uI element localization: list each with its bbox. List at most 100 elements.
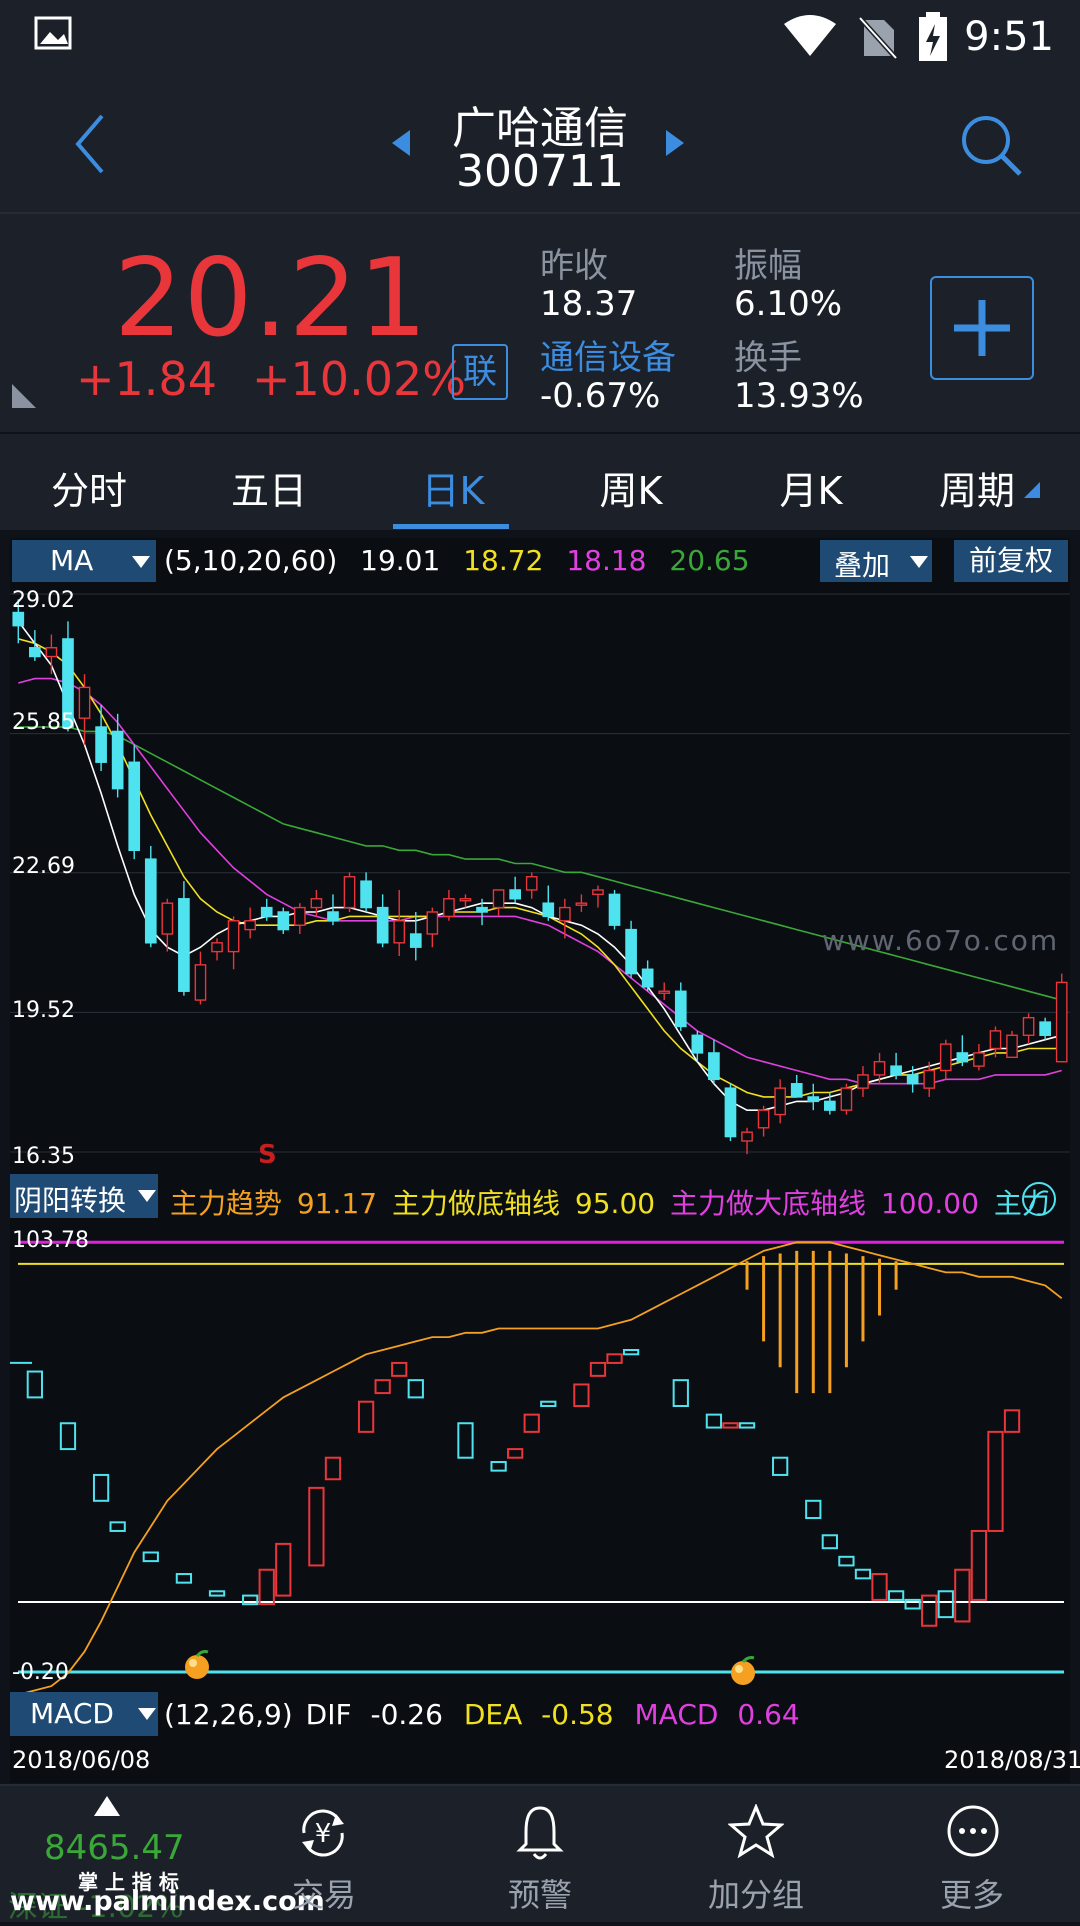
status-bar: 9:51 (0, 0, 1080, 78)
ma60-line (18, 726, 1062, 1001)
nav-trade-label: 交易 (291, 1876, 356, 1914)
tab-monthly-k[interactable]: 月K (746, 460, 876, 515)
candle (492, 889, 505, 917)
price-axis-level-2: 22.69 (12, 854, 75, 879)
next-stock-icon[interactable] (664, 128, 686, 158)
candle-body (658, 990, 671, 994)
active-tab-indicator (393, 524, 509, 529)
overlay-selector[interactable]: 叠加 (820, 540, 932, 582)
candle (343, 872, 356, 912)
watermark: www.6o7o.com (822, 924, 1060, 957)
sector-link[interactable]: 通信设备 (540, 330, 676, 379)
macd-value: 0.64 (737, 1698, 800, 1731)
bottom-axis-value: 95.00 (574, 1187, 656, 1220)
indicator-axis-min: -0.20 (12, 1660, 69, 1685)
price-axis-level-3: 19.52 (12, 998, 75, 1023)
sector-change: -0.67% (540, 376, 661, 416)
candle-body (12, 611, 25, 627)
big-bottom-axis-value: 100.00 (880, 1187, 979, 1220)
candle (360, 872, 372, 912)
candle (178, 881, 190, 996)
candle (724, 1083, 737, 1141)
signal-block (391, 1361, 408, 1377)
candle (542, 885, 555, 921)
signal-block (738, 1422, 756, 1429)
candle-body (1022, 1016, 1035, 1036)
add-watchlist-button[interactable] (930, 276, 1034, 380)
ma20-line (18, 677, 1062, 1085)
price-chart (10, 593, 1070, 1155)
candle-body (227, 920, 240, 953)
candle-body (45, 647, 58, 658)
signal-block (954, 1568, 971, 1623)
candle-body (525, 876, 538, 891)
amplitude-value: 6.10% (734, 284, 843, 324)
tab-five-day[interactable]: 五日 (204, 460, 334, 515)
candle (658, 982, 671, 1001)
trend-line (25, 1241, 1063, 1692)
macd-label: MACD (634, 1698, 719, 1731)
period-dropdown-icon[interactable] (1024, 482, 1040, 498)
nav-alert[interactable]: 预警 (460, 1786, 620, 1922)
adjust-button[interactable]: 前复权 (954, 540, 1068, 582)
candle-body (873, 1061, 886, 1076)
candle-body (128, 761, 141, 852)
signal-block (970, 1529, 988, 1601)
candle-body (807, 1096, 820, 1103)
macd-params: (12,26,9) (164, 1698, 293, 1731)
candle (641, 960, 654, 992)
price-change: +1.84 (76, 352, 217, 406)
signal-block (374, 1379, 391, 1395)
candle (1006, 1030, 1018, 1059)
macd-selector[interactable]: MACD (10, 1692, 158, 1736)
yuan-exchange-icon: ¥ (302, 1809, 344, 1857)
indicator-selector[interactable]: 阴阳转换 (10, 1174, 158, 1218)
nav-add-group[interactable]: 加分组 (676, 1786, 836, 1922)
linked-badge[interactable]: 联 (452, 344, 508, 400)
candle-body (757, 1109, 770, 1129)
turnover-label: 换手 (734, 338, 802, 378)
candle-body (144, 858, 157, 944)
dea-label: DEA (463, 1698, 523, 1731)
ma10-value: 18.72 (463, 544, 544, 577)
indicator-axis-max: 103.78 (12, 1228, 89, 1253)
candle (1055, 973, 1068, 1063)
nav-market-index[interactable]: 8465.47 掌 上 指 标 深证 -1.02% www.palmindex.… (0, 1786, 325, 1925)
app-header: 广哈通信 300711 (0, 78, 1080, 214)
tab-period[interactable]: 周期 (912, 460, 1042, 515)
indicator-chart (10, 1240, 1064, 1692)
more-dots-icon (947, 1805, 999, 1857)
indicator-settings-icon[interactable] (1020, 1180, 1058, 1218)
candle-body (1039, 1021, 1051, 1036)
indicator-selector-label: 阴阳转换 (14, 1184, 127, 1217)
candle-body (211, 942, 223, 953)
tab-weekly-k[interactable]: 周K (566, 460, 696, 515)
last-price: 20.21 (114, 236, 429, 361)
candle-body (509, 889, 521, 900)
caret-up-icon (94, 1796, 120, 1816)
candle-body (824, 1100, 836, 1111)
candle (790, 1074, 803, 1098)
macd-dropdown-icon (138, 1708, 156, 1720)
nav-trade[interactable]: ¥ 交易 (244, 1786, 404, 1922)
expand-corner-icon[interactable] (12, 384, 36, 408)
candle (890, 1052, 902, 1080)
nav-more[interactable]: 更多 (892, 1786, 1052, 1922)
candle (625, 920, 637, 979)
search-icon[interactable] (958, 112, 1024, 178)
candle-body (492, 889, 505, 909)
candle-body (476, 906, 488, 913)
signal-block (838, 1555, 855, 1567)
candle (956, 1035, 969, 1067)
tab-intraday[interactable]: 分时 (24, 460, 154, 515)
star-icon (728, 1804, 784, 1859)
candle (592, 885, 604, 908)
candle-body (774, 1087, 786, 1116)
signal-block (490, 1461, 507, 1472)
tab-daily-k[interactable]: 日K (388, 460, 518, 515)
signal-block (324, 1456, 342, 1481)
ma-selector[interactable]: MA (12, 540, 156, 582)
candle (1039, 1017, 1051, 1040)
signal-block (142, 1551, 159, 1563)
wifi-icon (784, 15, 836, 56)
